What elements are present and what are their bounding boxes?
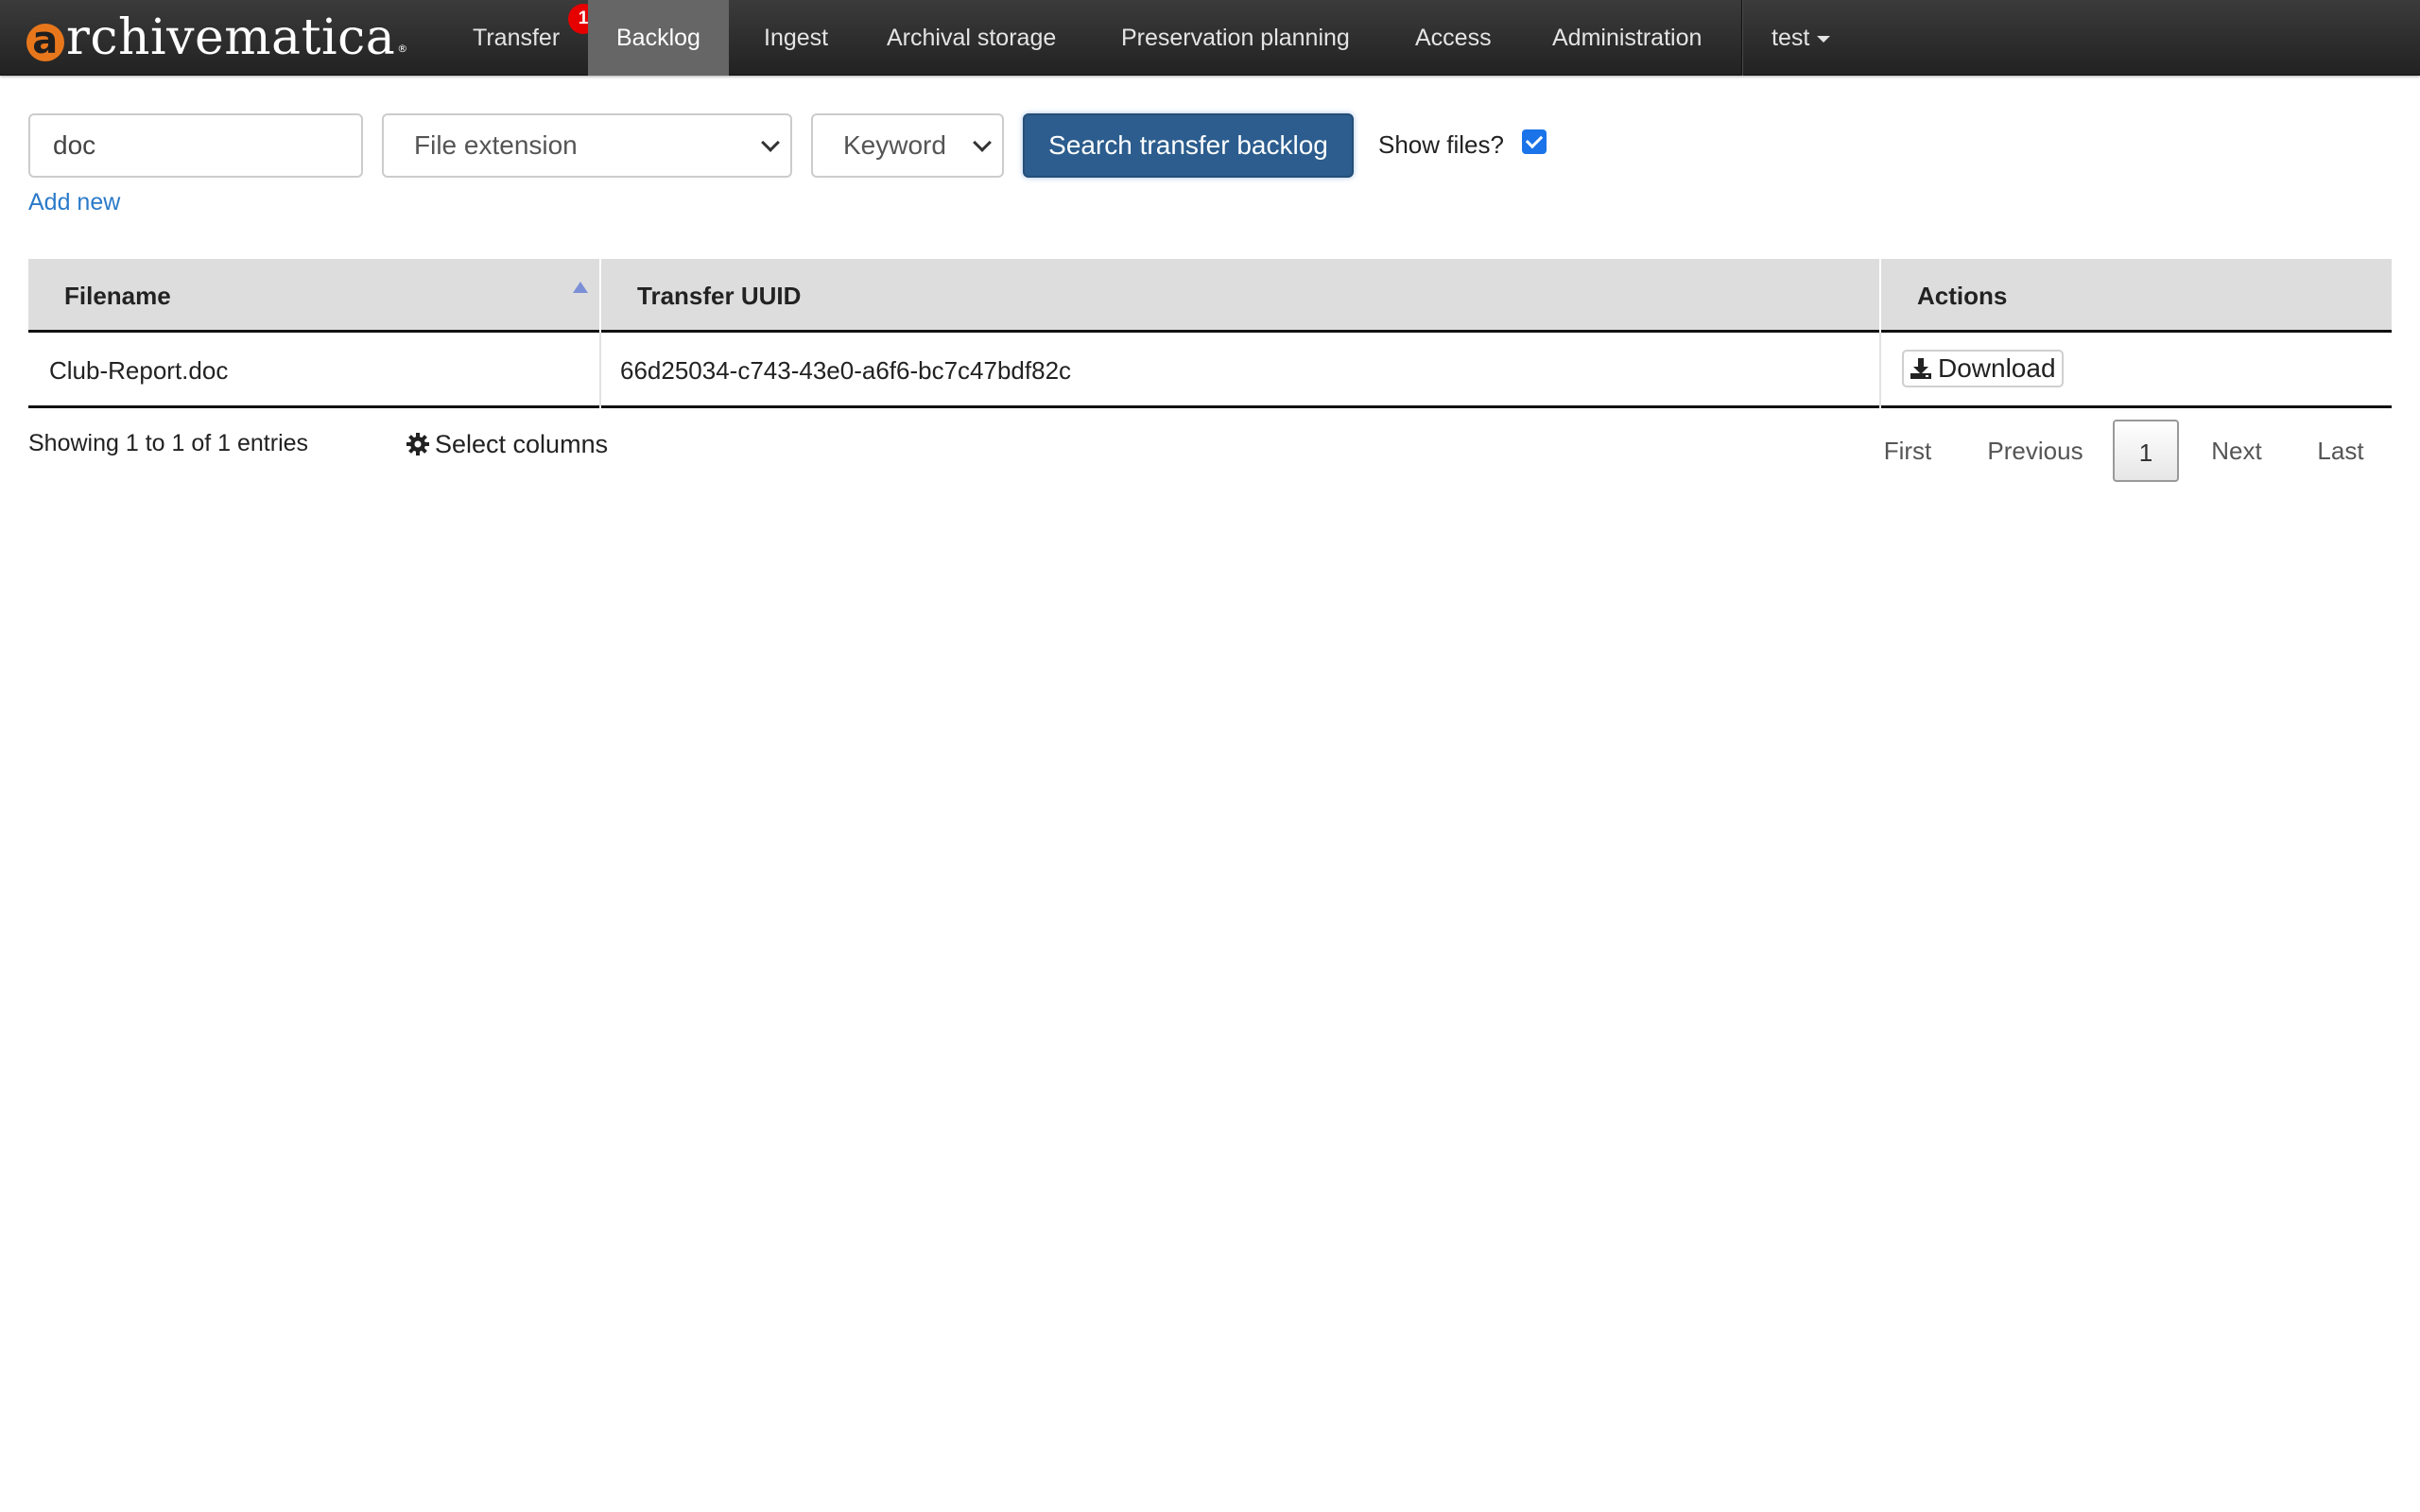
search-transfer-backlog-button[interactable]: Search transfer backlog xyxy=(1023,113,1354,178)
search-field-select[interactable]: File extension xyxy=(382,113,792,178)
download-icon xyxy=(1910,358,1931,379)
column-header-filename-label: Filename xyxy=(64,282,171,310)
add-new-link[interactable]: Add new xyxy=(28,189,120,216)
search-type-select-value: Keyword xyxy=(843,130,946,160)
show-files-checkbox[interactable] xyxy=(1522,129,1547,154)
brand-registered-mark: ® xyxy=(397,43,408,55)
column-header-actions-label: Actions xyxy=(1917,282,2008,310)
caret-down-icon xyxy=(1817,35,1831,43)
search-field-select-value: File extension xyxy=(414,130,578,160)
download-button[interactable]: Download xyxy=(1902,350,2064,387)
nav-archival-storage-label: Archival storage xyxy=(887,25,1057,51)
user-menu-label: test xyxy=(1772,25,1810,51)
pagination-first[interactable]: First xyxy=(1864,420,1951,482)
pagination-next[interactable]: Next xyxy=(2193,420,2280,482)
brand-text: rchivematica xyxy=(66,9,396,66)
nav-archival-storage[interactable]: Archival storage xyxy=(858,0,1084,76)
search-query-input[interactable]: doc xyxy=(28,113,363,178)
nav-transfer-label: Transfer xyxy=(473,25,561,51)
nav-access-label: Access xyxy=(1415,25,1492,51)
sort-ascending-icon xyxy=(573,282,588,293)
nav-backlog-label: Backlog xyxy=(616,25,700,51)
column-header-transfer-uuid-label: Transfer UUID xyxy=(637,282,802,310)
chevron-down-icon xyxy=(761,133,780,152)
cell-transfer-uuid: 66d25034-c743-43e0-a6f6-bc7c47bdf82c xyxy=(601,333,1881,408)
nav-administration[interactable]: Administration xyxy=(1524,0,1730,76)
nav-administration-label: Administration xyxy=(1552,25,1703,51)
top-navbar: a rchivematica ® Transfer 1 Backlog Ingest… xyxy=(0,0,2420,76)
nav-preservation-planning-label: Preservation planning xyxy=(1121,25,1350,51)
nav-preservation-planning[interactable]: Preservation planning xyxy=(1093,0,1378,76)
pagination-page-1[interactable]: 1 xyxy=(2113,420,2179,482)
nav-ingest-label: Ingest xyxy=(764,25,829,51)
pagination-previous[interactable]: Previous xyxy=(1974,420,2097,482)
table-info: Showing 1 to 1 of 1 entries xyxy=(28,430,309,456)
nav-ingest[interactable]: Ingest xyxy=(735,0,856,76)
pagination-last[interactable]: Last xyxy=(2299,420,2382,482)
nav-access[interactable]: Access xyxy=(1387,0,1520,76)
brand-mark: a xyxy=(26,22,64,61)
show-files-label: Show files? xyxy=(1378,130,1504,159)
archivematica-logo[interactable]: a rchivematica ® xyxy=(26,0,408,76)
user-menu-dropdown[interactable]: test xyxy=(1743,0,1858,76)
gear-icon xyxy=(406,433,429,455)
select-columns-label: Select columns xyxy=(435,430,609,458)
download-button-label: Download xyxy=(1938,353,2056,383)
cell-filename: Club-Report.doc xyxy=(28,333,601,408)
column-header-filename[interactable]: Filename xyxy=(28,259,601,333)
select-columns-button[interactable]: Select columns xyxy=(406,430,608,459)
column-header-transfer-uuid[interactable]: Transfer UUID xyxy=(601,259,1881,333)
column-header-actions: Actions xyxy=(1881,259,2392,333)
table-header: Filename Transfer UUID Actions xyxy=(28,259,2392,333)
search-type-select[interactable]: Keyword xyxy=(811,113,1004,178)
nav-transfer[interactable]: Transfer xyxy=(444,0,588,76)
nav-backlog[interactable]: Backlog xyxy=(588,0,729,76)
chevron-down-icon xyxy=(973,133,992,152)
